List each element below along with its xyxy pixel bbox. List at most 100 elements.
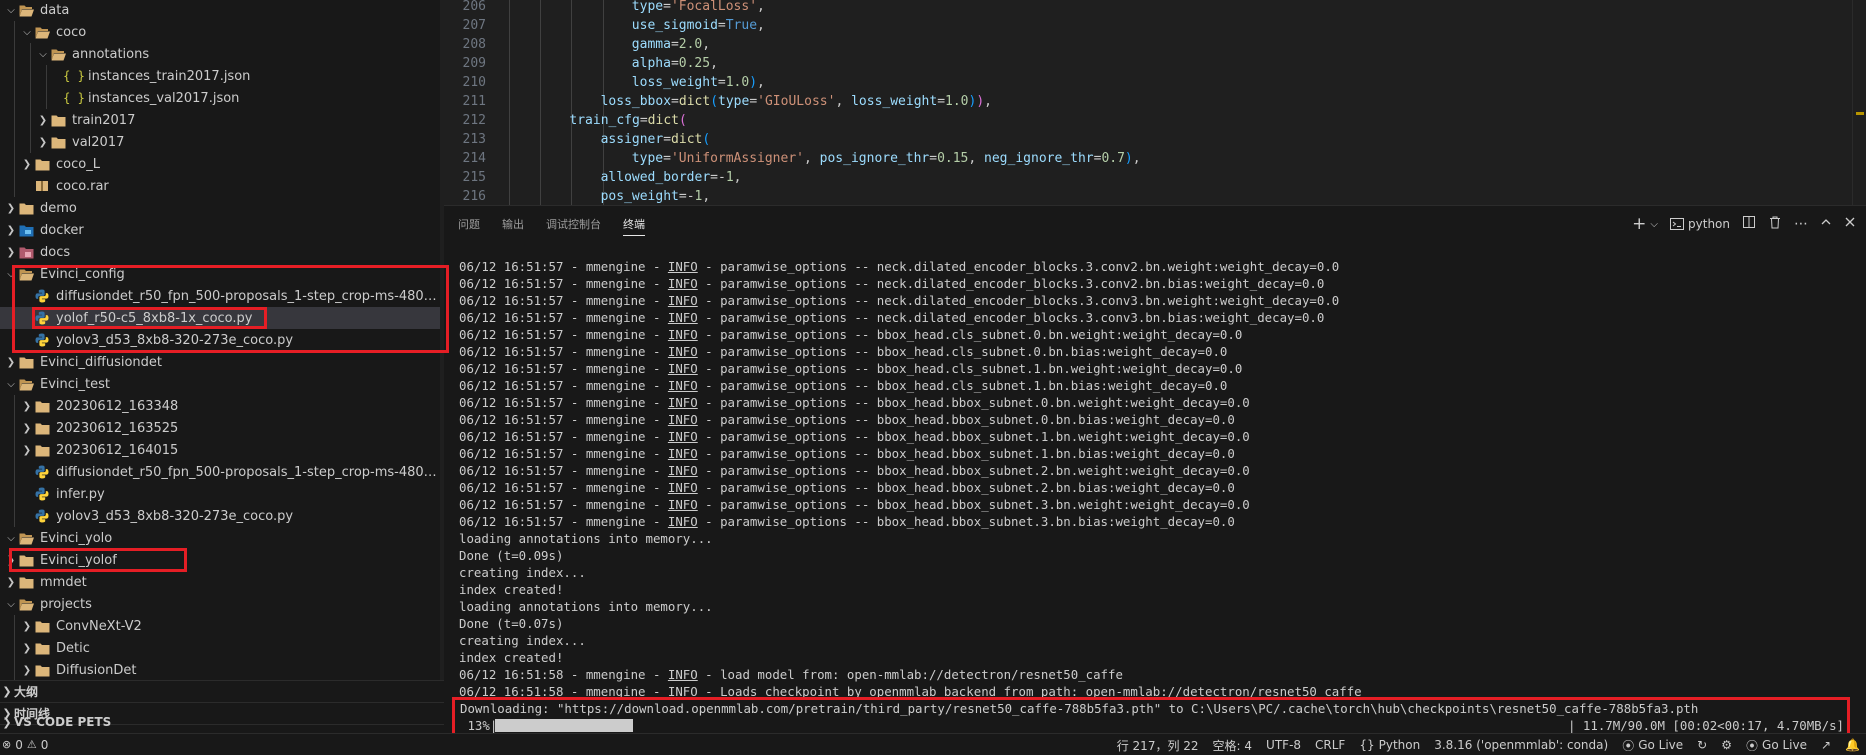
cursor-position[interactable]: 行 217，列 22 [1117,737,1199,754]
folder-item[interactable]: ❯ DiffusionDet [0,659,440,681]
split-terminal-button[interactable] [1742,215,1756,233]
tree-item-label: data [40,2,70,18]
file-item[interactable]: yolof_r50-c5_8xb8-1x_coco.py [0,307,440,329]
folder-item[interactable]: ⌵ Evinci_test [0,373,440,395]
folder-item[interactable]: ⌵ Evinci_yolo [0,527,440,549]
maximize-panel-button[interactable] [1820,216,1832,232]
folder-item[interactable]: ❯ mmdet [0,571,440,593]
folder-item[interactable]: ❯ 20230612_164015 [0,439,440,461]
code-token: = [670,37,679,52]
encoding[interactable]: UTF-8 [1266,738,1301,752]
code-token: ) [749,75,758,90]
code-token: = [663,151,671,166]
outline-section[interactable]: ❯ 大纲 [0,680,444,702]
folder-item[interactable]: ⌵ projects [0,593,440,615]
file-item[interactable]: diffusiondet_r50_fpn_500-proposals_1-ste… [0,461,440,483]
line-number: 212 [462,113,486,128]
code-line[interactable]: 208 gamma=2.0, [444,35,1866,54]
plus-icon: + [1632,214,1647,234]
terminal-output[interactable]: 06/12 16:51:57 - mmengine - INFO - param… [459,258,1849,728]
editor-scrollbar[interactable] [1852,0,1866,205]
folder-item[interactable]: ❯ docker [0,219,440,241]
folder-item[interactable]: ❯ coco_L [0,153,440,175]
file-item[interactable]: diffusiondet_r50_fpn_500-proposals_1-ste… [0,285,440,307]
terminal-icon [1670,218,1685,230]
panel-actions: + ⌵ python ⋯ [1632,206,1856,242]
panel-tab[interactable]: 终端 [619,206,649,242]
terminal-text: 06/12 16:51:57 - mmengine - [459,344,668,359]
folder-item[interactable]: ❯ train2017 [0,109,440,131]
log-level: INFO [667,667,698,682]
code-line[interactable]: 213 assigner=dict( [444,130,1866,149]
sync-icon[interactable]: ↻ [1697,738,1707,752]
folder-item[interactable]: ⌵ data [0,0,440,21]
file-item[interactable]: infer.py [0,483,440,505]
chevron-up-icon [1821,219,1831,225]
folder-item[interactable]: ❯ docs [0,241,440,263]
bell-icon[interactable]: 🔔 [1845,738,1860,752]
python-interpreter[interactable]: 3.8.16 ('openmmlab': conda) [1434,738,1608,752]
panel-tab[interactable]: 问题 [454,206,484,242]
file-item[interactable]: yolov3_d53_8xb8-320-273e_coco.py [0,505,440,527]
close-panel-button[interactable] [1844,216,1856,232]
code-line[interactable]: 211 loss_bbox=dict(type='GIoULoss', loss_… [444,92,1866,111]
folder-item[interactable]: ❯ val2017 [0,131,440,153]
tree-item-label: demo [40,200,77,216]
code-line[interactable]: 212 train_cfg=dict( [444,111,1866,130]
indent-guide [14,285,15,307]
folder-icon [34,618,50,634]
more-actions-button[interactable]: ⋯ [1794,216,1808,232]
folder-item[interactable]: ❯ Detic [0,637,440,659]
terminal-selector[interactable]: python [1670,217,1730,231]
code-text: loss_bbox=dict(type='GIoULoss', loss_wei… [601,92,992,111]
code-line[interactable]: 216 pos_weight=-1, [444,187,1866,205]
tree-item-label: coco [56,24,87,40]
file-item[interactable]: { } instances_train2017.json [0,65,440,87]
indentation[interactable]: 空格: 4 [1213,737,1253,754]
folder-item[interactable]: ❯ Evinci_diffusiondet [0,351,440,373]
code-line[interactable]: 206 type='FocalLoss', [444,0,1866,16]
problems-indicator[interactable]: ⊗ 0 ⚠ 0 [0,738,48,752]
folder-item[interactable]: ⌵ annotations [0,43,440,65]
indent-guide [14,131,15,153]
tree-item-label: Evinci_yolo [40,530,113,546]
new-terminal-button[interactable]: + ⌵ [1632,214,1658,234]
code-line[interactable]: 207 use_sigmoid=True, [444,16,1866,35]
code-line[interactable]: 209 alpha=0.25, [444,54,1866,73]
folder-item[interactable]: ❯ ConvNeXt-V2 [0,615,440,637]
folder-item[interactable]: ❯ Evinci_yolof [0,549,440,571]
code-line[interactable]: 210 loss_weight=1.0), [444,73,1866,92]
folder-item[interactable]: ❯ demo [0,197,440,219]
file-item[interactable]: { } instances_val2017.json [0,87,440,109]
panel-tab[interactable]: 调试控制台 [542,206,605,242]
code-editor[interactable]: 206 type='FocalLoss', 207 use_sigmoid=True,… [444,0,1866,205]
file-item[interactable]: coco.rar [0,175,440,197]
terminal-line: Done (t=0.07s) [459,615,1849,632]
code-line[interactable]: 215 allowed_border=-1, [444,168,1866,187]
folder-icon [34,662,50,678]
terminal-line: 06/12 16:51:57 - mmengine - INFO - param… [459,377,1849,394]
code-token: ( [710,94,719,109]
panel-tab[interactable]: 输出 [498,206,528,242]
go-live-button[interactable]: ⦿ Go Live [1622,737,1683,754]
copilot-icon[interactable]: ⚙ [1721,738,1732,752]
file-item[interactable]: yolov3_d53_8xb8-320-273e_coco.py [0,329,440,351]
language-mode[interactable]: {} Python [1359,738,1420,752]
folder-item[interactable]: ❯ 20230612_163348 [0,395,440,417]
folder-item[interactable]: ❯ 20230612_163525 [0,417,440,439]
code-text: allowed_border=-1, [601,168,742,187]
feedback-icon[interactable]: ↗ [1821,738,1831,752]
line-ending[interactable]: CRLF [1315,738,1345,752]
tree-item-label: 20230612_164015 [56,442,179,458]
code-token: , [835,94,852,109]
folder-item[interactable]: ⌵ coco [0,21,440,43]
archive-icon [34,178,50,194]
vscode-pets-header[interactable]: ❯ VS CODE PETS [0,711,444,733]
folder-item[interactable]: ⌵ Evinci_config [0,263,440,285]
kill-terminal-button[interactable] [1768,215,1782,233]
terminal-line: 06/12 16:51:57 - mmengine - INFO - param… [459,258,1849,275]
code-line[interactable]: 214 type='UniformAssigner', pos_ignore_th… [444,149,1866,168]
go-live-button-2[interactable]: ⦿ Go Live [1746,737,1807,754]
code-token: allowed_border [600,170,711,185]
